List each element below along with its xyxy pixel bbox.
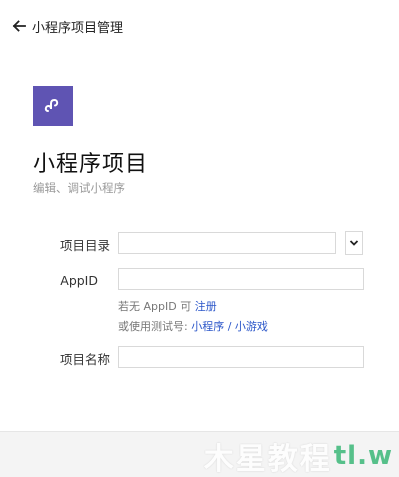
register-hint-text: 若无 AppID 可 [118,300,195,313]
watermark: 木星教程 tl.w [204,438,393,477]
back-label: 小程序项目管理 [32,20,124,36]
page-subtitle: 编辑、调试小程序 [33,181,125,195]
project-name-input[interactable] [118,346,364,368]
miniprogram-symbol [44,98,59,112]
arrow-left-icon [12,20,26,32]
miniprogram-test-link[interactable]: 小程序 [191,320,224,333]
register-hint: 若无 AppID 可 注册 [118,298,217,314]
project-name-label: 项目名称 [59,352,110,367]
link-separator: / [224,320,235,333]
back-button[interactable]: 小程序项目管理 [12,16,123,36]
appid-input[interactable] [118,268,364,290]
test-account-hint-text: 或使用测试号: [118,320,192,333]
project-dir-label: 项目目录 [59,238,110,253]
page-title: 小程序项目 [33,152,149,177]
watermark-text: 木星教程 [203,442,332,477]
minigame-test-link[interactable]: 小游戏 [235,320,268,333]
chevron-down-icon [349,240,359,246]
test-account-hint: 或使用测试号: 小程序 / 小游戏 [118,318,268,334]
project-dir-input[interactable] [118,232,336,254]
dir-dropdown-button[interactable] [345,231,363,255]
miniprogram-logo-icon [33,86,73,126]
new-project-page: 小程序项目管理 小程序项目 编辑、调试小程序 项目目录 AppID 若无 App… [0,0,399,477]
watermark-brand: tl.w [333,441,393,471]
appid-label: AppID [60,273,98,288]
register-link[interactable]: 注册 [195,300,217,313]
